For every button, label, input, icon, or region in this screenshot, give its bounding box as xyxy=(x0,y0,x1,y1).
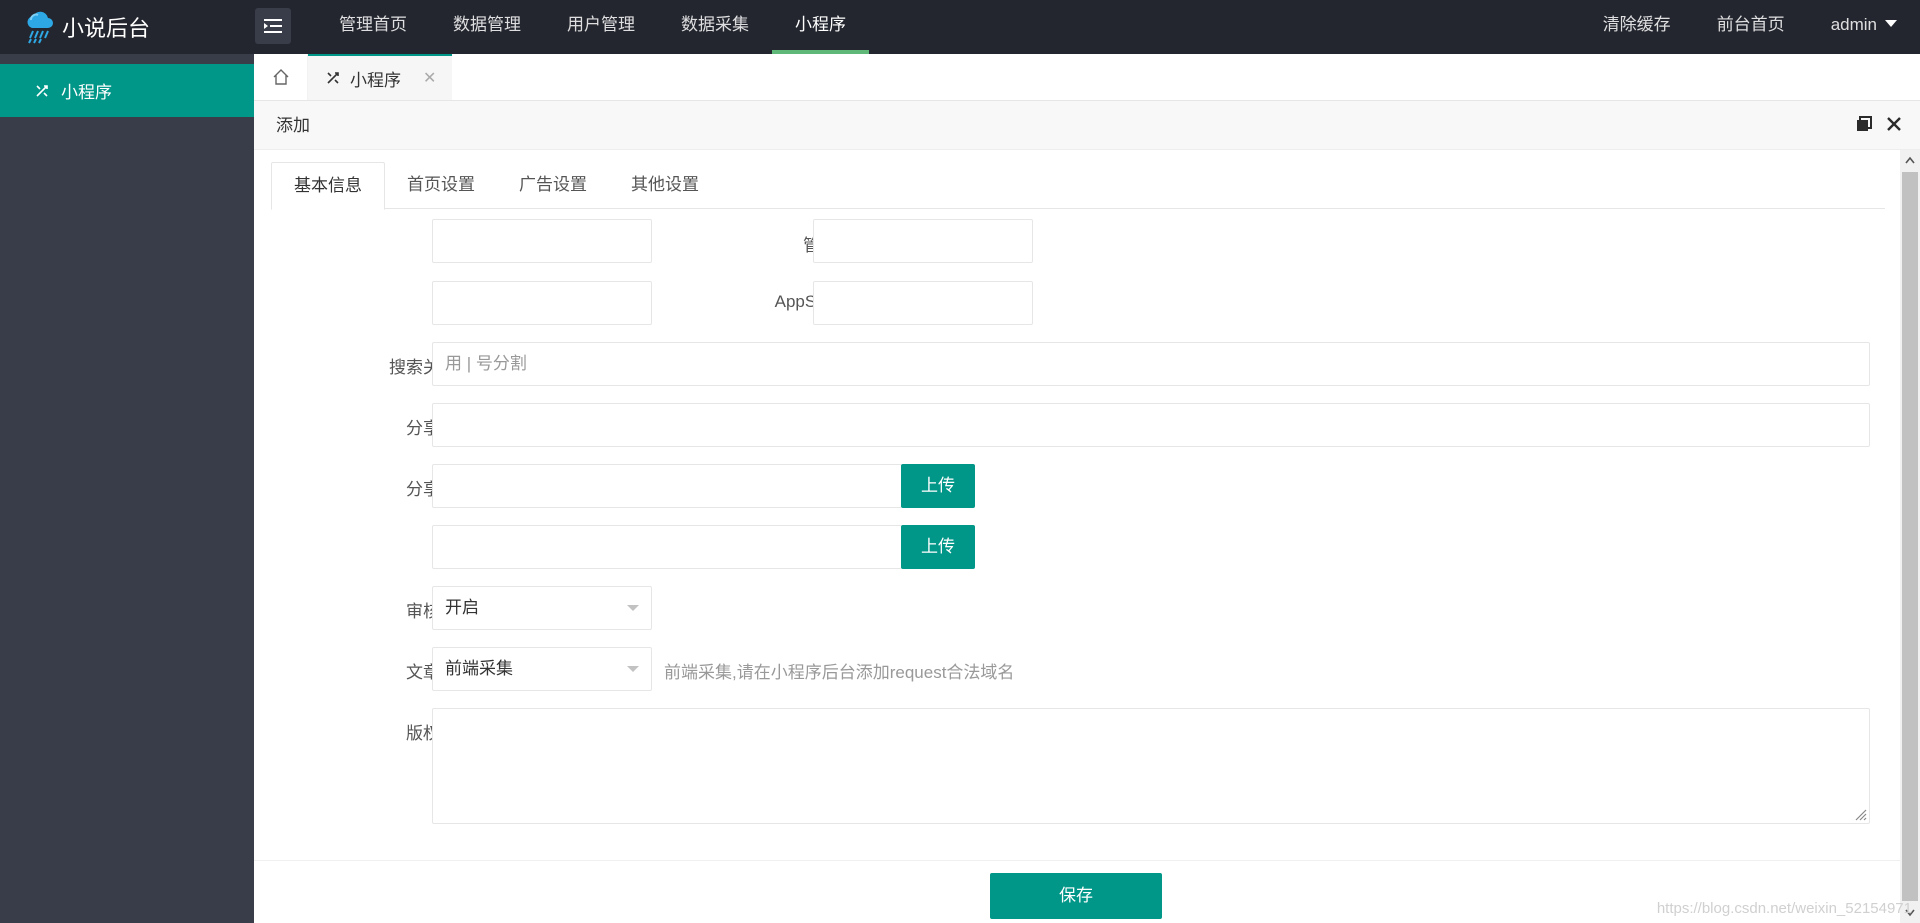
scroll-thumb[interactable] xyxy=(1902,172,1918,901)
sidebar: 小程序 xyxy=(0,54,254,923)
app-title: 小说后台 xyxy=(62,16,151,41)
tab-basic-info[interactable]: 基本信息 xyxy=(271,162,385,210)
nav-item-admin-home[interactable]: 管理首页 xyxy=(316,0,430,54)
program-icon xyxy=(327,72,339,84)
home-icon xyxy=(273,69,288,85)
article-content-hint: 前端采集,请在小程序后台添加request合法域名 xyxy=(664,663,1015,682)
tab-other-settings[interactable]: 其他设置 xyxy=(609,162,721,209)
poster-upload-button[interactable]: 上传 xyxy=(901,525,975,569)
sidebar-item-mini-program[interactable]: 小程序 xyxy=(0,64,254,117)
admin-input[interactable] xyxy=(813,219,1033,263)
resize-handle-icon[interactable] xyxy=(1853,807,1867,821)
page-tab-bar: 小程序 ✕ xyxy=(254,54,1920,101)
close-icon[interactable] xyxy=(1886,116,1902,132)
caret-down-icon xyxy=(1885,20,1897,28)
share-image-input[interactable] xyxy=(432,464,902,508)
copyright-textarea[interactable] xyxy=(432,708,1870,824)
audit-mode-value: 开启 xyxy=(445,598,479,617)
sidebar-item-label: 小程序 xyxy=(61,83,112,102)
top-nav: 管理首页 数据管理 用户管理 数据采集 小程序 xyxy=(316,0,869,54)
keywords-input[interactable]: 用 | 号分割 xyxy=(432,342,1870,386)
cloud-rain-icon xyxy=(27,11,53,44)
home-tab[interactable] xyxy=(254,54,308,100)
share-image-upload-button[interactable]: 上传 xyxy=(901,464,975,508)
page-tab-mini-program[interactable]: 小程序 ✕ xyxy=(308,54,452,100)
user-menu[interactable]: admin xyxy=(1808,0,1920,54)
scrollbar[interactable] xyxy=(1900,150,1920,923)
article-content-value: 前端采集 xyxy=(445,659,513,678)
clear-cache-link[interactable]: 清除缓存 xyxy=(1580,0,1694,54)
scroll-up-icon[interactable] xyxy=(1900,150,1920,170)
audit-mode-select[interactable]: 开启 xyxy=(432,586,652,630)
maximize-icon[interactable] xyxy=(1856,116,1872,132)
watermark: https://blog.csdn.net/weixin_52154971 xyxy=(1656,900,1912,917)
menu-toggle-button[interactable] xyxy=(255,8,291,44)
close-icon[interactable]: ✕ xyxy=(423,68,436,88)
nav-item-mini-program[interactable]: 小程序 xyxy=(772,0,869,54)
dialog-title: 添加 xyxy=(254,101,1920,150)
user-name: admin xyxy=(1830,15,1877,34)
chevron-down-icon xyxy=(627,605,639,611)
nav-item-data-collect[interactable]: 数据采集 xyxy=(658,0,772,54)
logo[interactable]: 小说后台 xyxy=(24,0,150,54)
share-title-input[interactable] xyxy=(432,403,1870,447)
page-tab-label: 小程序 xyxy=(350,70,401,90)
article-content-select[interactable]: 前端采集 xyxy=(432,647,652,691)
appsecret-input[interactable] xyxy=(813,281,1033,325)
appid-input[interactable] xyxy=(432,281,652,325)
top-header: 小说后台 管理首页 数据管理 用户管理 数据采集 小程序 清除缓存 前台首页 a… xyxy=(0,0,1920,54)
add-dialog: 添加 基本信息 首页设置 广告设置 其他设置 用 | 号分割 上传 上传 开启 … xyxy=(254,101,1920,923)
tab-ad-settings[interactable]: 广告设置 xyxy=(497,162,609,209)
tab-home-settings[interactable]: 首页设置 xyxy=(385,162,497,209)
right-nav: 清除缓存 前台首页 admin xyxy=(1580,0,1920,54)
front-home-link[interactable]: 前台首页 xyxy=(1694,0,1808,54)
save-button[interactable]: 保存 xyxy=(990,873,1162,919)
chevron-down-icon xyxy=(627,666,639,672)
name-input[interactable] xyxy=(432,219,652,263)
dialog-tools xyxy=(1856,116,1902,132)
footer-divider xyxy=(254,860,1900,861)
nav-item-user-manage[interactable]: 用户管理 xyxy=(544,0,658,54)
menu-fold-icon xyxy=(264,19,282,33)
nav-item-data-manage[interactable]: 数据管理 xyxy=(430,0,544,54)
program-icon xyxy=(36,84,48,97)
form-tabs: 基本信息 首页设置 广告设置 其他设置 xyxy=(271,162,1885,210)
main-content: 小程序 ✕ 添加 基本信息 首页设置 广告设置 其他设置 用 | 号分割 上传 … xyxy=(254,54,1920,923)
poster-input[interactable] xyxy=(432,525,902,569)
